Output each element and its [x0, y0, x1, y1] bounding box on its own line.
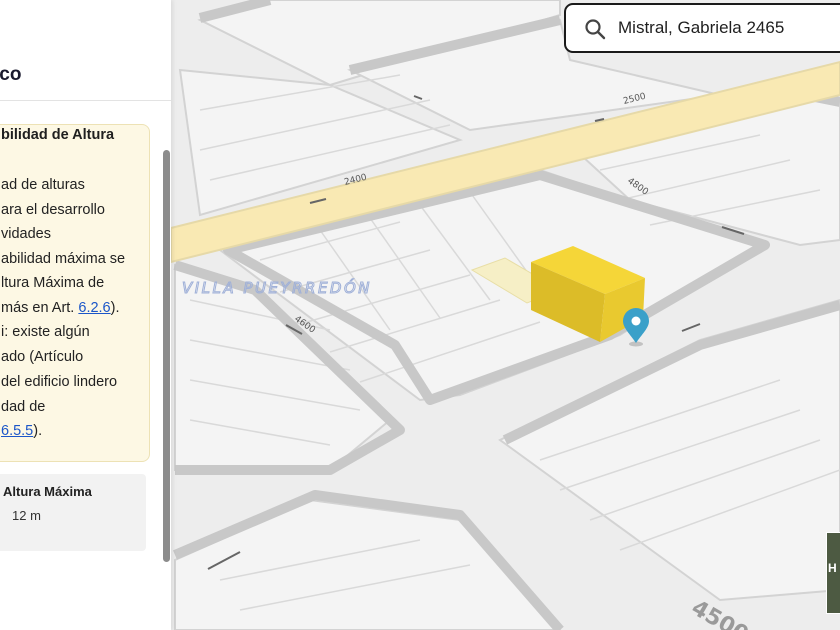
info-text-line: ara el desarrollo	[1, 202, 105, 218]
info-text-line: ltura Máxima de	[1, 275, 105, 291]
panel-header: ico	[0, 0, 171, 101]
info-text: más en Art.	[1, 300, 79, 316]
info-text-line: i: existe algún	[1, 324, 90, 340]
info-text: ).	[33, 423, 43, 439]
panel-title: ico	[0, 64, 22, 85]
address-search-box[interactable]	[564, 3, 840, 53]
info-text-line: más en Art. 6.2.6).	[1, 300, 119, 316]
info-text-line: abilidad máxima se	[1, 251, 126, 267]
side-panel: ico bilidad de Altura ad de alturas ara …	[0, 0, 171, 630]
info-text-line: ad de alturas	[1, 177, 85, 193]
max-height-label: Altura Máxima	[3, 484, 92, 499]
search-input[interactable]	[618, 16, 838, 40]
satellite-view-toggle[interactable]: H	[826, 532, 840, 614]
max-height-value: 12 m	[12, 508, 41, 523]
info-card: bilidad de Altura ad de alturas ara el d…	[0, 124, 150, 462]
search-icon[interactable]	[584, 18, 606, 40]
panel-scrollbar[interactable]	[163, 150, 170, 562]
barrio-label: VILLA PUEYRREDÓN	[182, 278, 372, 297]
info-text-line: ado (Artículo	[1, 349, 84, 365]
info-text-line: dad de	[1, 399, 46, 415]
satellite-toggle-label: H	[828, 561, 837, 575]
info-text-line: vidades	[1, 226, 51, 242]
info-text-line: 6.5.5).	[1, 423, 42, 439]
article-link-6-5-5[interactable]: 6.5.5	[1, 423, 33, 439]
info-card-title: bilidad de Altura	[1, 127, 115, 143]
info-text-line: del edificio lindero	[1, 374, 118, 390]
article-link-6-2-6[interactable]: 6.2.6	[78, 300, 110, 316]
info-text: ).	[110, 300, 120, 316]
max-height-card: Altura Máxima 12 m	[0, 474, 146, 551]
